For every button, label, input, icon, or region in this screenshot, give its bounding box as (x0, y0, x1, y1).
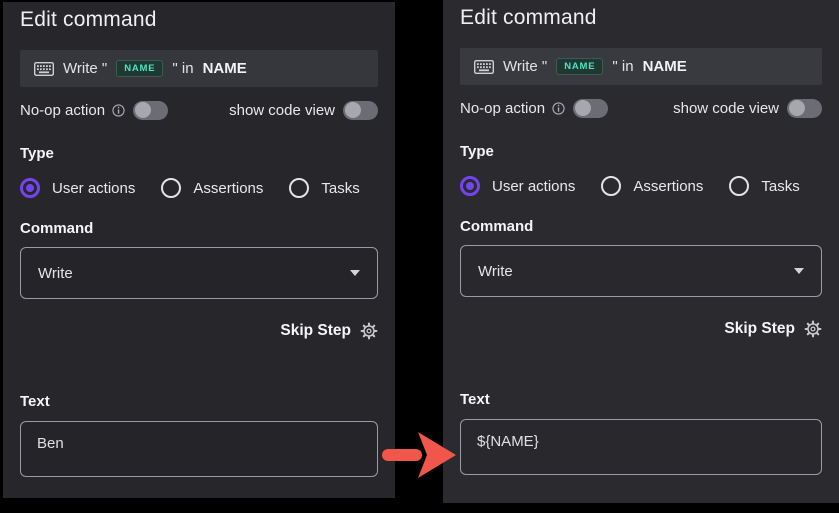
edit-command-dialog-before: Edit command Write " NAME " in NAME No-o… (3, 2, 395, 498)
code-view-group: show code view (229, 101, 378, 120)
noop-action-toggle[interactable] (573, 99, 608, 118)
radio-unselected-icon (601, 176, 621, 196)
toggle-row: No-op action show code view (20, 100, 378, 120)
toggle-knob (789, 100, 805, 116)
toggle-knob (575, 100, 591, 116)
gear-icon[interactable] (360, 322, 378, 340)
command-preview-middle: " in (172, 60, 193, 77)
command-preview-bar: Write " NAME " in NAME (460, 48, 822, 85)
radio-assertions[interactable]: Assertions (161, 178, 263, 198)
arrow-right-icon (381, 429, 459, 486)
radio-label: User actions (492, 178, 575, 195)
keyboard-icon (474, 60, 494, 74)
toggle-knob (345, 102, 361, 118)
code-view-toggle[interactable] (343, 101, 378, 120)
type-radio-group: User actions Assertions Tasks (460, 176, 822, 196)
radio-tasks[interactable]: Tasks (289, 178, 359, 198)
variable-badge: NAME (116, 60, 163, 77)
skip-step-row: Skip Step (460, 319, 822, 339)
gear-icon[interactable] (804, 320, 822, 338)
toggle-row: No-op action show code view (460, 98, 822, 118)
type-label: Type (460, 143, 822, 160)
variable-badge: NAME (556, 58, 603, 75)
radio-label: Tasks (321, 180, 359, 197)
command-dropdown-value: Write (38, 265, 73, 282)
info-icon[interactable] (552, 102, 565, 115)
code-view-label: show code view (673, 100, 779, 117)
toggle-knob (135, 102, 151, 118)
chevron-down-icon (794, 268, 804, 274)
type-radio-group: User actions Assertions Tasks (20, 178, 378, 198)
radio-unselected-icon (289, 178, 309, 198)
command-preview-middle: " in (612, 58, 633, 75)
keyboard-icon (34, 62, 54, 76)
noop-action-label: No-op action (20, 102, 105, 119)
command-dropdown[interactable]: Write (20, 247, 378, 299)
command-preview-target: NAME (643, 58, 687, 75)
command-preview-prefix: Write " (503, 58, 547, 75)
chevron-down-icon (350, 270, 360, 276)
text-input[interactable] (460, 419, 822, 475)
info-icon[interactable] (112, 104, 125, 117)
noop-action-toggle[interactable] (133, 101, 168, 120)
type-label: Type (20, 145, 378, 162)
radio-label: Assertions (633, 178, 703, 195)
command-preview-prefix: Write " (63, 60, 107, 77)
radio-unselected-icon (161, 178, 181, 198)
radio-tasks[interactable]: Tasks (729, 176, 799, 196)
skip-step-button[interactable]: Skip Step (280, 322, 351, 340)
command-preview-target: NAME (203, 60, 247, 77)
command-label: Command (460, 218, 822, 235)
text-label: Text (20, 393, 378, 410)
radio-label: Assertions (193, 180, 263, 197)
radio-user-actions[interactable]: User actions (20, 178, 135, 198)
radio-user-actions[interactable]: User actions (460, 176, 575, 196)
noop-action-group: No-op action (460, 99, 608, 118)
skip-step-button[interactable]: Skip Step (724, 320, 795, 338)
radio-selected-icon (460, 176, 480, 196)
radio-label: User actions (52, 180, 135, 197)
radio-assertions[interactable]: Assertions (601, 176, 703, 196)
dialog-title: Edit command (20, 8, 378, 32)
radio-unselected-icon (729, 176, 749, 196)
text-input[interactable] (20, 421, 378, 477)
comparison-stage: Edit command Write " NAME " in NAME No-o… (0, 0, 839, 513)
code-view-group: show code view (673, 99, 822, 118)
code-view-label: show code view (229, 102, 335, 119)
dialog-title: Edit command (460, 6, 822, 30)
skip-step-row: Skip Step (20, 321, 378, 341)
edit-command-dialog-after: Edit command Write " NAME " in NAME No-o… (443, 0, 839, 503)
command-dropdown[interactable]: Write (460, 245, 822, 297)
radio-label: Tasks (761, 178, 799, 195)
noop-action-group: No-op action (20, 101, 168, 120)
radio-selected-icon (20, 178, 40, 198)
command-label: Command (20, 220, 378, 237)
noop-action-label: No-op action (460, 100, 545, 117)
text-label: Text (460, 391, 822, 408)
code-view-toggle[interactable] (787, 99, 822, 118)
command-preview-bar: Write " NAME " in NAME (20, 50, 378, 87)
command-dropdown-value: Write (478, 263, 513, 280)
